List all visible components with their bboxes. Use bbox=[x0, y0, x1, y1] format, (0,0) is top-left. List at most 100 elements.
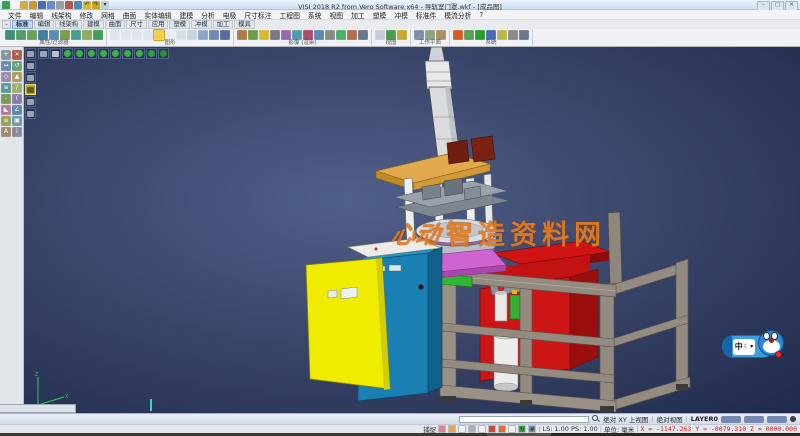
view-manager-icon[interactable] bbox=[386, 30, 396, 40]
pen-icon[interactable] bbox=[448, 425, 456, 433]
perpendicular-snap-icon[interactable] bbox=[508, 425, 516, 433]
multi-view-icon[interactable] bbox=[198, 30, 208, 40]
view-list-icon[interactable] bbox=[25, 48, 36, 59]
refresh-icon[interactable]: ↻ bbox=[518, 425, 526, 433]
menu-electrode[interactable]: 电极 bbox=[219, 10, 241, 20]
trim-icon[interactable]: / bbox=[12, 83, 22, 93]
new-file-icon[interactable] bbox=[11, 1, 19, 9]
tab-wireframe[interactable]: 线架构 bbox=[55, 20, 82, 29]
history-panel-icon[interactable] bbox=[25, 72, 36, 83]
status-chip[interactable] bbox=[721, 416, 741, 423]
tab-surface[interactable]: 曲面 bbox=[105, 20, 126, 29]
status-dot-icon[interactable] bbox=[790, 416, 796, 422]
status-chip[interactable] bbox=[767, 416, 787, 423]
delete-icon[interactable]: ✕ bbox=[12, 50, 22, 60]
prompt-area[interactable] bbox=[0, 404, 76, 413]
menu-surface[interactable]: 曲面 bbox=[119, 10, 141, 20]
absolute-view-button[interactable]: 绝对 XY 上视图 bbox=[603, 414, 648, 424]
viewport-restore-icon[interactable] bbox=[50, 48, 61, 59]
extend-icon[interactable]: - bbox=[1, 94, 11, 104]
flag-icon[interactable] bbox=[438, 425, 446, 433]
tab-machining[interactable]: 加工 bbox=[213, 20, 234, 29]
rotate-icon[interactable]: ↺ bbox=[12, 61, 22, 71]
left-view-icon[interactable] bbox=[110, 48, 121, 59]
color-filter-icon[interactable] bbox=[16, 30, 26, 40]
rotate-view-icon[interactable] bbox=[146, 48, 157, 59]
ime-status-badge[interactable]: 中 ☾ ▾ bbox=[722, 332, 780, 358]
calculator-icon[interactable] bbox=[497, 30, 507, 40]
options-icon[interactable] bbox=[519, 30, 529, 40]
menu-system[interactable]: 系统 bbox=[304, 10, 326, 20]
iso-view-icon[interactable] bbox=[62, 48, 73, 59]
layers-icon[interactable]: ≡ bbox=[1, 116, 11, 126]
midpoint-snap-icon[interactable] bbox=[468, 425, 476, 433]
grid-icon[interactable]: # bbox=[528, 425, 536, 433]
render-icon[interactable] bbox=[237, 30, 247, 40]
plotter-icon[interactable] bbox=[508, 30, 518, 40]
group-icon[interactable]: ▣ bbox=[12, 116, 22, 126]
line-filter-icon[interactable] bbox=[49, 30, 59, 40]
redraw-icon[interactable] bbox=[110, 30, 120, 40]
status-chip[interactable] bbox=[744, 416, 764, 423]
chamfer-icon[interactable]: ◣ bbox=[1, 105, 11, 115]
all-filter-icon[interactable] bbox=[93, 30, 103, 40]
tab-standard[interactable]: 标准 bbox=[12, 20, 33, 29]
select-icon[interactable]: + bbox=[1, 50, 11, 60]
menu-wireframe[interactable]: 线架构 bbox=[47, 10, 75, 20]
view-favorites-icon[interactable] bbox=[397, 30, 407, 40]
bodies-panel-icon[interactable] bbox=[25, 96, 36, 107]
import-icon[interactable] bbox=[65, 1, 73, 9]
menu-die[interactable]: 冲模 bbox=[390, 10, 412, 20]
menu-modeling[interactable]: 建模 bbox=[176, 10, 198, 20]
menu-dimension[interactable]: 尺寸标注 bbox=[240, 10, 275, 20]
center-snap-icon[interactable] bbox=[478, 425, 486, 433]
shaded-view-icon[interactable] bbox=[154, 30, 164, 40]
group-filter-icon[interactable] bbox=[82, 30, 92, 40]
menu-view[interactable]: 视图 bbox=[326, 10, 348, 20]
menu-edit[interactable]: 编辑 bbox=[26, 10, 48, 20]
menu-analysis[interactable]: 分析 bbox=[197, 10, 219, 20]
menu-solid-edit[interactable]: 实体编辑 bbox=[140, 10, 175, 20]
texture-icon[interactable] bbox=[281, 30, 291, 40]
tab-application[interactable]: 应用 bbox=[148, 20, 169, 29]
zoom-extents-icon[interactable] bbox=[158, 48, 169, 59]
zoom-previous-icon[interactable] bbox=[143, 30, 153, 40]
menu-file[interactable]: 文件 bbox=[4, 10, 26, 20]
transparency-icon[interactable] bbox=[292, 30, 302, 40]
save-all-icon[interactable] bbox=[47, 1, 55, 9]
tab-modeling[interactable]: 建模 bbox=[83, 20, 104, 29]
current-view-button[interactable]: 绝对视图 bbox=[657, 414, 683, 424]
back-view-icon[interactable] bbox=[98, 48, 109, 59]
tab-mould[interactable]: 塑模 bbox=[169, 20, 190, 29]
save-icon[interactable] bbox=[38, 1, 46, 9]
fillet-icon[interactable]: ( bbox=[12, 94, 22, 104]
point-filter-icon[interactable] bbox=[38, 30, 48, 40]
menu-flow-analysis[interactable]: 模流分析 bbox=[440, 10, 475, 20]
layer-panel-icon[interactable] bbox=[25, 60, 36, 71]
camera-icon[interactable] bbox=[325, 30, 335, 40]
undo-icon[interactable]: ↶ bbox=[83, 1, 91, 9]
clip-plane-icon[interactable] bbox=[209, 30, 219, 40]
animation-icon[interactable] bbox=[336, 30, 346, 40]
views-panel-icon[interactable] bbox=[25, 108, 36, 119]
element-properties-icon[interactable] bbox=[5, 30, 15, 40]
zoom-all-icon[interactable] bbox=[121, 30, 131, 40]
measure-icon[interactable]: ∠ bbox=[12, 105, 22, 115]
search-input[interactable] bbox=[459, 416, 589, 423]
point-snap-icon[interactable] bbox=[458, 425, 466, 433]
tangent-snap-icon[interactable] bbox=[498, 425, 506, 433]
front-view-icon[interactable] bbox=[86, 48, 97, 59]
open-folder-icon[interactable] bbox=[29, 1, 37, 9]
menu-drawing[interactable]: 工程图 bbox=[276, 10, 304, 20]
text-icon[interactable]: A bbox=[1, 127, 11, 137]
open-file-icon[interactable] bbox=[20, 1, 28, 9]
environment-icon[interactable] bbox=[314, 30, 324, 40]
menu-help[interactable]: ? bbox=[475, 11, 487, 19]
render-settings-icon[interactable] bbox=[358, 30, 368, 40]
wireframe-view-icon[interactable] bbox=[165, 30, 175, 40]
menu-modify[interactable]: 修改 bbox=[76, 10, 98, 20]
move-icon[interactable]: ↔ bbox=[1, 61, 11, 71]
active-tool-icon[interactable] bbox=[25, 84, 36, 95]
workplane-new-icon[interactable] bbox=[425, 30, 435, 40]
menu-machining[interactable]: 加工 bbox=[347, 10, 369, 20]
